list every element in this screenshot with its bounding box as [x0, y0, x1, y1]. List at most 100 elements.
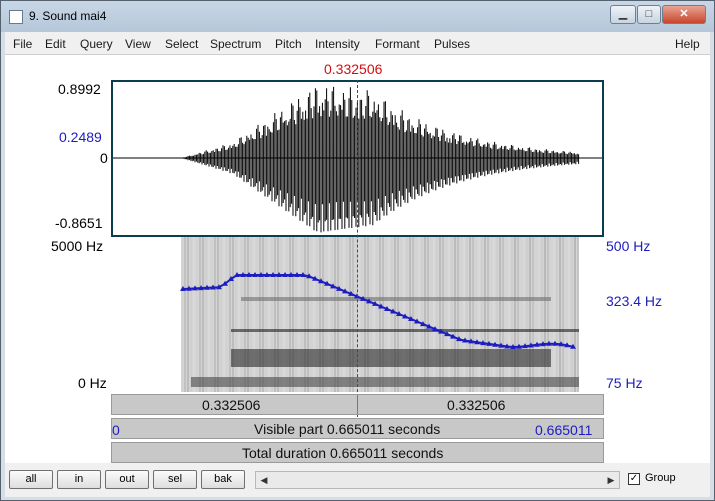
spectrogram-column [367, 237, 369, 392]
spectrogram-column [418, 237, 420, 392]
scroll-left-arrow-icon[interactable]: ◀ [256, 472, 272, 488]
spectrogram-column [331, 237, 333, 392]
spectrogram-column [202, 237, 204, 392]
menu-select[interactable]: Select [165, 37, 198, 51]
spectrogram-column [193, 237, 195, 392]
menu-view[interactable]: View [125, 37, 151, 51]
close-button[interactable]: ✕ [662, 5, 706, 24]
spectrogram-column [304, 237, 306, 392]
spectrogram-column [184, 237, 186, 392]
menu-pitch[interactable]: Pitch [275, 37, 302, 51]
spectrogram-column [286, 237, 288, 392]
spectrogram-column [268, 237, 270, 392]
spectrogram-column [259, 237, 261, 392]
total-duration-label: Total duration 0.665011 seconds [242, 445, 444, 461]
menu-file[interactable]: File [13, 37, 32, 51]
spectrogram-column [475, 237, 477, 392]
scroll-right-arrow-icon[interactable]: ▶ [603, 472, 619, 488]
spectrogram-column [385, 237, 387, 392]
spectrogram-column [484, 237, 486, 392]
spectrogram-column [502, 237, 504, 392]
spectrogram-column [316, 237, 318, 392]
formant-band [191, 377, 579, 387]
cursor-time-label: 0.332506 [324, 61, 383, 77]
total-duration-bar[interactable]: Total duration 0.665011 seconds [111, 442, 604, 463]
sound-editor-canvas[interactable]: 0.332506 0.8992 0.2489 0 -0.8651 5000 Hz… [5, 55, 710, 463]
waveform-max-label: 0.8992 [58, 81, 101, 97]
zoom-in-button[interactable]: in [57, 470, 101, 489]
spectrogram-column [361, 237, 363, 392]
spectrogram-column [232, 237, 234, 392]
spectrogram-column [436, 237, 438, 392]
waveform-cursor-amplitude-label: 0.2489 [59, 129, 102, 145]
zoom-out-button[interactable]: out [105, 470, 149, 489]
spectrogram-column [190, 237, 192, 392]
spectrogram-column [517, 237, 519, 392]
waveform-zero-label: 0 [100, 150, 108, 166]
spectrogram-column [493, 237, 495, 392]
spectrogram-column [301, 237, 303, 392]
group-checkbox[interactable]: ✓ [628, 473, 640, 485]
bottom-toolbar: all in out sel bak ◀ ▶ ✓ Group [5, 463, 710, 497]
spectrogram-column [322, 237, 324, 392]
zoom-all-button[interactable]: all [9, 470, 53, 489]
spectrogram-column [181, 237, 183, 392]
spectrogram-column [313, 237, 315, 392]
spectrogram-column [352, 237, 354, 392]
spectrogram-column [229, 237, 231, 392]
menu-query[interactable]: Query [80, 37, 113, 51]
spectrogram-column [391, 237, 393, 392]
spectrogram-column [340, 237, 342, 392]
title-bar[interactable]: 9. Sound mai4 ▁ □ ✕ [1, 1, 714, 32]
spectrogram-column [412, 237, 414, 392]
spectrogram-column [424, 237, 426, 392]
pitch-cursor-label: 323.4 Hz [606, 293, 663, 309]
spectrogram-column [334, 237, 336, 392]
spectrogram-column [241, 237, 243, 392]
waveform-trace [181, 86, 580, 233]
spectrogram-column [430, 237, 432, 392]
menu-formant[interactable]: Formant [375, 37, 420, 51]
visible-part-bar[interactable]: Visible part 0.665011 seconds [111, 418, 604, 439]
spectrogram-column [514, 237, 516, 392]
app-icon [9, 10, 23, 24]
maximize-icon: □ [645, 8, 653, 20]
spectrogram-column [289, 237, 291, 392]
spectrogram-column [499, 237, 501, 392]
menu-edit[interactable]: Edit [45, 37, 66, 51]
right-segment-button[interactable]: 0.332506 [447, 397, 505, 413]
spectrogram-column [319, 237, 321, 392]
zoom-selection-button[interactable]: sel [153, 470, 197, 489]
menu-pulses[interactable]: Pulses [434, 37, 470, 51]
zoom-back-button[interactable]: bak [201, 470, 245, 489]
horizontal-scrollbar[interactable]: ◀ ▶ [255, 471, 620, 489]
spectrogram-column [571, 237, 573, 392]
menu-intensity[interactable]: Intensity [315, 37, 360, 51]
spectrogram-column [253, 237, 255, 392]
spectrogram-column [370, 237, 372, 392]
spectrogram-column [433, 237, 435, 392]
spectrogram-column [532, 237, 534, 392]
spectrogram-column [307, 237, 309, 392]
maximize-button[interactable]: □ [637, 5, 661, 24]
spectrogram-column [520, 237, 522, 392]
spectrogram-column [553, 237, 555, 392]
spectrogram-column [235, 237, 237, 392]
spectrogram-column [445, 237, 447, 392]
cursor-line [357, 80, 358, 437]
menu-spectrum[interactable]: Spectrum [210, 37, 261, 51]
spectrogram-column [214, 237, 216, 392]
minimize-icon: ▁ [618, 8, 628, 20]
menu-bar: File Edit Query View Select Spectrum Pit… [5, 32, 710, 55]
spectrogram-column [382, 237, 384, 392]
spectrogram-column [529, 237, 531, 392]
menu-help[interactable]: Help [675, 37, 700, 51]
spectrogram-column [325, 237, 327, 392]
spectrogram-column [328, 237, 330, 392]
spectrogram-column [463, 237, 465, 392]
spectrogram-column [262, 237, 264, 392]
left-segment-button[interactable]: 0.332506 [202, 397, 260, 413]
spectrogram-column [421, 237, 423, 392]
time-segment-bar: 0.332506 0.332506 [111, 394, 604, 415]
minimize-button[interactable]: ▁ [610, 5, 636, 24]
